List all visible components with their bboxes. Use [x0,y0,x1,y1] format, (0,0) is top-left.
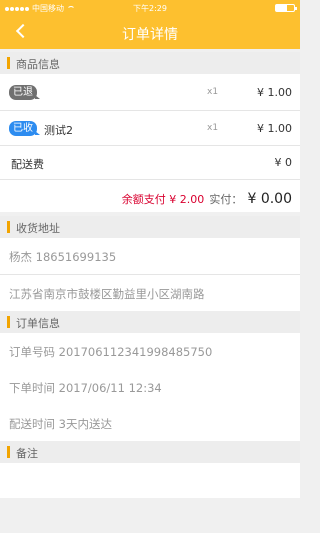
page-title: 订单详情 [122,27,178,43]
nav-bar: 订单详情 [0,16,300,49]
address-panel[interactable]: 杨杰 18651699135 江苏省南京市鼓楼区勤益里小区湖南路 [0,238,300,311]
section-marker [7,316,10,328]
recipient-name-phone: 杨杰 18651699135 [9,250,117,264]
goods-price: ¥ 1.00 [257,122,292,135]
goods-qty: x1 [207,123,219,133]
address-detail-row: 江苏省南京市鼓楼区勤益里小区湖南路 [0,275,300,311]
goods-qty: x1 [207,87,219,97]
order-number: 订单号码 20170611234199848​5750 [9,345,213,359]
delivery-fee-row: 配送费 ¥ 0 [0,146,300,180]
section-marker [7,57,10,69]
battery-icon [275,4,297,12]
remark-panel [0,463,300,498]
balance-payment: 余额支付 ¥ 2.00 [121,193,205,206]
order-number-row: 订单号码 20170611234199848​5750 [0,333,300,369]
goods-row[interactable]: 已退 x1 ¥ 1.00 [0,74,300,111]
section-goods: 商品信息 [0,52,300,74]
order-panel: 订单号码 20170611234199848​5750 下单时间 2017/06… [0,333,300,441]
address-contact-row: 杨杰 18651699135 [0,238,300,275]
goods-price: ¥ 1.00 [257,86,292,99]
status-bar: 中国移动 下午2:29 [0,0,300,16]
section-order: 订单信息 [0,311,300,333]
goods-panel: 已退 x1 ¥ 1.00 已收 测试2 x1 ¥ 1.00 配送费 ¥ 0 余额… [0,74,300,212]
section-remark: 备注 [0,441,300,463]
section-address: 收货地址 [0,216,300,238]
goods-row[interactable]: 已收 测试2 x1 ¥ 1.00 [0,111,300,146]
delivery-fee-label: 配送费 [11,158,44,171]
goods-name: 测试2 [44,124,73,137]
delivery-fee-value: ¥ 0 [274,156,293,169]
address-detail: 江苏省南京市鼓楼区勤益里小区湖南路 [9,287,205,301]
delivery-time-row: 配送时间 3天内送达 [0,405,300,441]
status-badge-returned: 已退 [9,85,40,100]
order-time-row: 下单时间 2017/06/11 12:34 [0,369,300,405]
clock: 下午2:29 [133,4,167,13]
order-created: 下单时间 2017/06/11 12:34 [9,381,162,395]
payment-summary: 余额支付 ¥ 2.00 实付： ¥ 0.00 [0,180,300,212]
section-marker [7,446,10,458]
paid-amount: ¥ 0.00 [247,191,292,207]
paid-label: 实付： [209,193,243,206]
delivery-time: 配送时间 3天内送达 [9,417,112,431]
section-marker [7,221,10,233]
status-badge-received: 已收 [9,121,40,136]
